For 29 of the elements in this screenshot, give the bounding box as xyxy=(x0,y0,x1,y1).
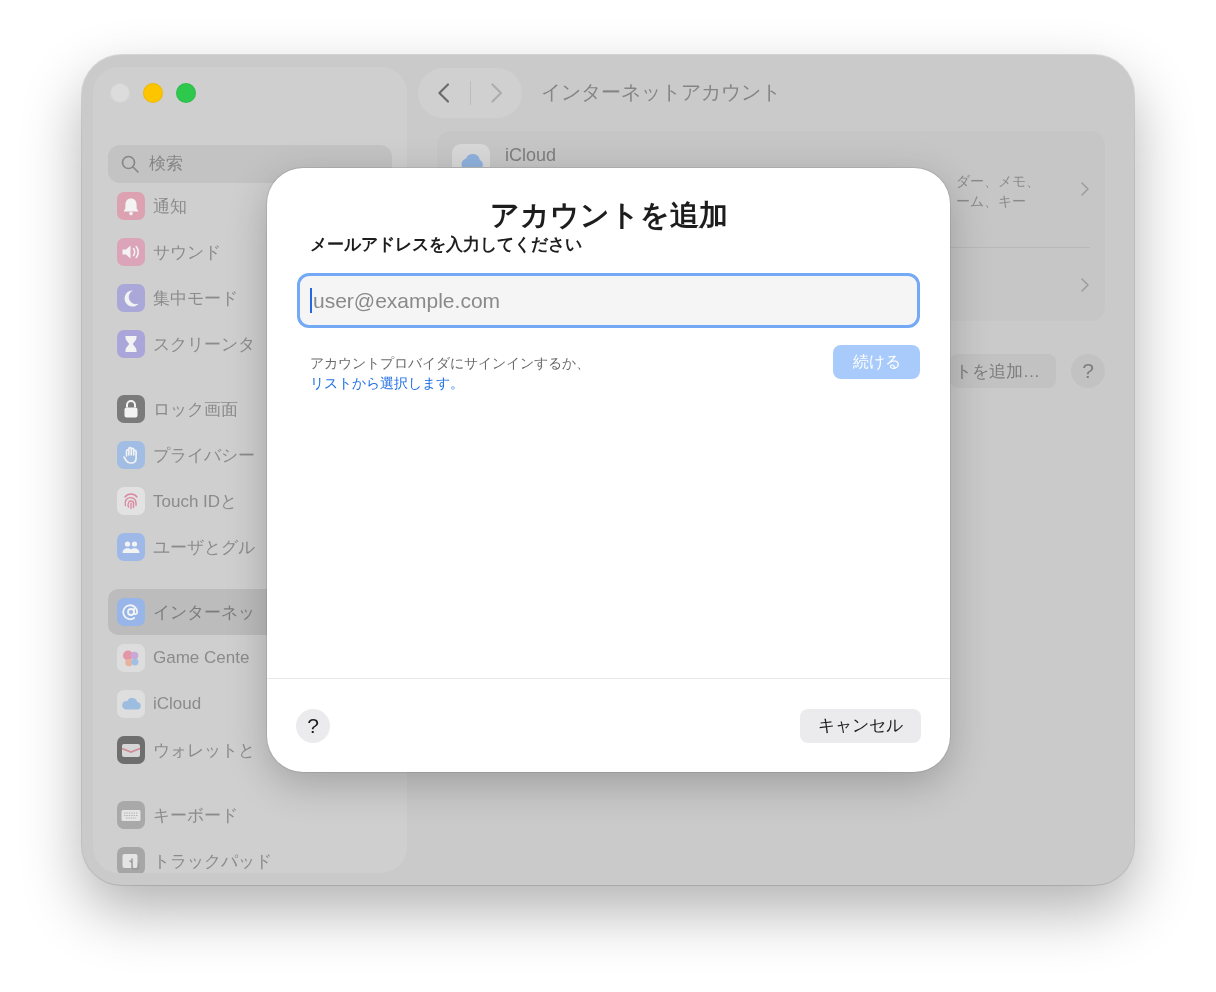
sidebar-item[interactable]: Touch IDと xyxy=(108,478,392,524)
page-title: インターネットアカウント xyxy=(541,80,781,105)
cancel-button[interactable]: キャンセル xyxy=(800,708,921,743)
hint-text: アカウントプロバイダにサインインするか、 リストから選択します。 xyxy=(310,354,591,393)
zoom-button[interactable] xyxy=(176,83,196,103)
chevron-right-icon xyxy=(1081,277,1089,292)
account-detail: ーム、キー xyxy=(956,192,1027,211)
help-button[interactable]: ? xyxy=(296,708,330,743)
sidebar-item[interactable]: キーボード xyxy=(108,792,392,838)
choose-from-list-link[interactable]: リストから選択します。 xyxy=(310,375,464,391)
sidebar-item[interactable]: トラックパッド xyxy=(108,838,392,873)
sidebar-item[interactable]: 通知 xyxy=(108,183,392,229)
email-prompt: メールアドレスを入力してください xyxy=(310,234,582,256)
dialog-title: アカウントを追加 xyxy=(489,198,728,232)
search-icon xyxy=(121,155,139,173)
chevron-left-icon xyxy=(438,82,450,103)
email-field[interactable]: user@example.com xyxy=(297,273,920,328)
minimize-button[interactable] xyxy=(143,83,163,103)
cloud-icon xyxy=(452,144,490,167)
sidebar-item[interactable]: Game Cente xyxy=(108,635,392,681)
account-name: iCloud xyxy=(505,144,558,166)
account-detail: ダー、メモ、 xyxy=(956,172,1041,191)
text-cursor-icon xyxy=(310,288,312,313)
sidebar-item[interactable]: ユーザとグル xyxy=(108,524,392,570)
chevron-right-icon xyxy=(1081,182,1089,196)
chevron-right-icon xyxy=(490,82,502,103)
help-button[interactable]: ? xyxy=(1071,354,1105,388)
sidebar-item[interactable]: プライバシー xyxy=(108,432,392,478)
add-account-button[interactable]: トを追加… xyxy=(950,354,1056,388)
